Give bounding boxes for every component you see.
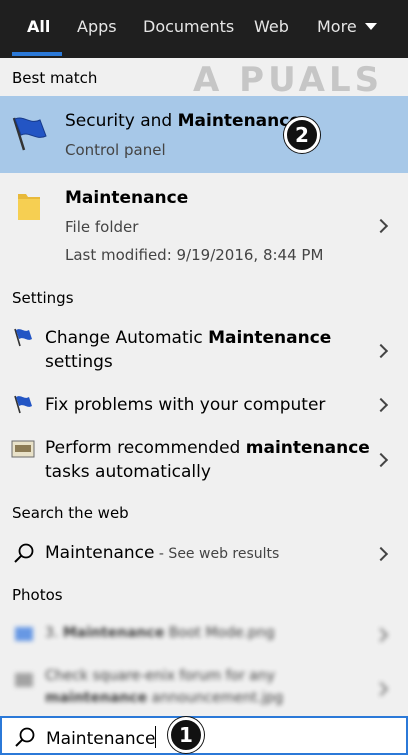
title-highlight: maintenance	[45, 690, 148, 706]
chevron-right-icon[interactable]	[373, 681, 389, 697]
photo-result[interactable]: Check square-enix forum for any maintena…	[0, 664, 408, 712]
photo-title: Check square-enix forum for any	[45, 668, 276, 684]
result-maintenance-folder[interactable]: Maintenance File folder Last modified: 9…	[0, 176, 408, 276]
result-modified-date: Last modified: 9/19/2016, 8:44 PM	[65, 246, 324, 264]
search-input[interactable]: Maintenance	[46, 726, 157, 749]
chevron-right-icon[interactable]	[373, 546, 389, 562]
tab-web[interactable]: Web	[254, 0, 289, 58]
search-input-value: Maintenance	[46, 729, 156, 749]
title-text: announcement.jpg	[147, 690, 284, 706]
title-highlight: Maintenance	[65, 188, 189, 208]
active-tab-indicator	[12, 52, 62, 56]
setting-title-line2: settings	[45, 352, 113, 372]
title-text: Boot Mode.png	[164, 625, 275, 641]
flag-icon	[14, 395, 32, 414]
photo-title-line2: maintenance announcement.jpg	[45, 690, 283, 706]
appuals-watermark: A PUALS	[193, 60, 384, 100]
setting-title-line2: tasks automatically	[45, 462, 211, 482]
tab-all[interactable]: All	[27, 0, 50, 58]
control-panel-icon	[11, 440, 35, 458]
chevron-right-icon[interactable]	[373, 397, 389, 413]
chevron-right-icon[interactable]	[373, 627, 389, 643]
flag-icon	[14, 328, 32, 347]
section-photos: Photos	[12, 586, 63, 604]
tab-apps[interactable]: Apps	[77, 0, 117, 58]
image-icon	[15, 673, 33, 687]
result-security-and-maintenance[interactable]: Security and Maintenance Control panel	[0, 96, 408, 173]
title-text: Change Automatic	[45, 328, 209, 348]
section-settings: Settings	[12, 289, 74, 307]
title-text: Security and	[65, 111, 178, 131]
tab-documents[interactable]: Documents	[143, 0, 234, 58]
web-suffix: - See web results	[154, 546, 280, 562]
result-title: Maintenance	[65, 188, 188, 208]
title-text: 3.	[45, 625, 63, 641]
search-icon	[14, 543, 34, 563]
search-tab-bar: All Apps Documents Web More	[0, 0, 408, 58]
annotation-badge-2: 2	[284, 117, 320, 153]
chevron-right-icon[interactable]	[373, 218, 389, 234]
setting-title: Perform recommended maintenance	[45, 438, 370, 458]
setting-title: Change Automatic Maintenance	[45, 328, 331, 348]
title-highlight: Maintenance	[177, 111, 301, 131]
annotation-badge-1: 1	[168, 717, 204, 753]
flag-icon	[12, 117, 47, 151]
web-query: Maintenance	[45, 543, 155, 563]
photo-title: 3. Maintenance Boot Mode.png	[45, 625, 275, 641]
setting-fix-problems[interactable]: Fix problems with your computer	[0, 388, 408, 424]
setting-perform-recommended-maintenance[interactable]: Perform recommended maintenance tasks au…	[0, 434, 408, 488]
chevron-right-icon[interactable]	[373, 343, 389, 359]
web-result-title: Maintenance - See web results	[45, 543, 279, 563]
search-box[interactable]: Maintenance	[0, 716, 408, 755]
photo-result[interactable]: 3. Maintenance Boot Mode.png	[0, 620, 408, 650]
setting-title: Fix problems with your computer	[45, 395, 326, 415]
folder-icon	[18, 194, 40, 220]
setting-change-automatic-maintenance[interactable]: Change Automatic Maintenance settings	[0, 322, 408, 380]
section-search-the-web: Search the web	[12, 504, 129, 522]
result-title: Security and Maintenance	[65, 111, 301, 131]
tab-more[interactable]: More	[317, 0, 377, 58]
web-result-maintenance[interactable]: Maintenance - See web results	[0, 536, 408, 572]
chevron-right-icon[interactable]	[373, 452, 389, 468]
caret-down-icon	[364, 23, 377, 30]
title-highlight: maintenance	[245, 438, 370, 458]
text-cursor	[155, 726, 157, 748]
title-highlight: Maintenance	[62, 625, 165, 641]
result-subtitle: File folder	[65, 218, 139, 236]
section-best-match: Best match	[12, 69, 98, 87]
tab-more-label: More	[317, 17, 357, 36]
search-icon	[15, 727, 35, 747]
title-text: Perform recommended	[45, 438, 246, 458]
title-highlight: Maintenance	[208, 328, 332, 348]
result-subtitle: Control panel	[65, 141, 166, 159]
image-icon	[15, 627, 33, 641]
